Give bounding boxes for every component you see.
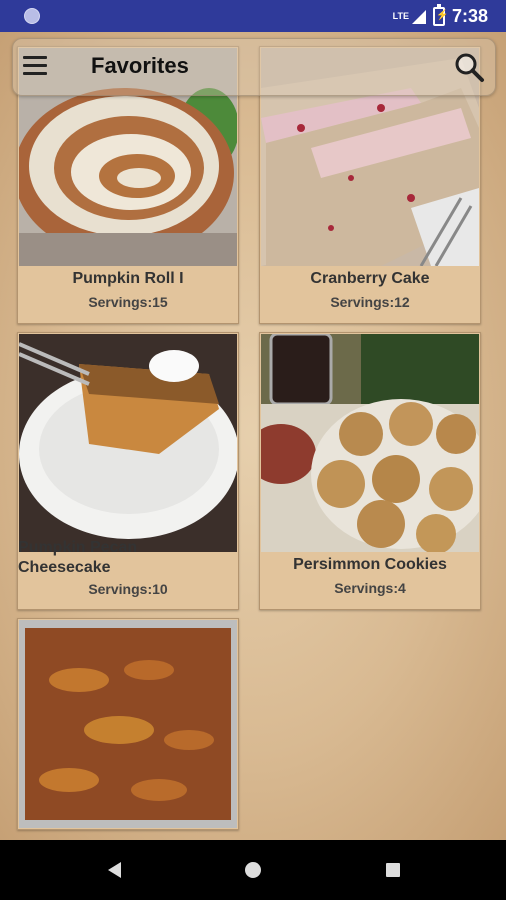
recipe-card-pumpkin-pecan-cheesecake[interactable]: Pumpkin Pecan Cheesecake Servings:10 [17,332,239,610]
recipe-image-5 [19,620,237,828]
status-icons: LTE ⚡ 7:38 [392,4,488,27]
page-title: Favorites [91,53,189,78]
recipe-title-line-2: Cheesecake [18,559,111,576]
back-icon[interactable] [108,862,121,878]
recipe-title: Pumpkin Roll I [72,270,184,287]
status-bar: LTE ⚡ 7:38 [0,0,506,32]
network-type: LTE [392,11,409,21]
home-icon[interactable] [245,862,261,878]
recipe-servings: Servings:4 [334,580,406,596]
search-icon[interactable] [453,51,485,83]
recipe-card-5[interactable] [17,618,239,830]
recipe-servings: Servings:15 [88,294,168,310]
system-navigation-bar [0,840,506,900]
recipe-image-pumpkin-pecan-cheesecake [19,334,237,552]
recipe-servings: Servings:10 [88,581,168,597]
recent-apps-icon[interactable] [386,863,400,877]
recipe-title: Cranberry Cake [310,270,430,287]
notification-dot-icon [24,8,40,24]
recipe-title: Persimmon Cookies [293,556,447,573]
app-bar: Favorites [12,38,496,96]
recipe-card-persimmon-cookies[interactable]: Persimmon Cookies Servings:4 [259,332,481,610]
signal-icon [411,9,426,24]
recipe-servings: Servings:12 [330,294,410,310]
clock: 7:38 [451,6,488,26]
hamburger-menu-icon[interactable] [23,56,47,76]
recipe-title-line-1: Pumpkin Pecan [18,539,138,556]
recipe-image-persimmon-cookies [261,334,479,552]
battery-icon: ⚡ [432,4,448,26]
